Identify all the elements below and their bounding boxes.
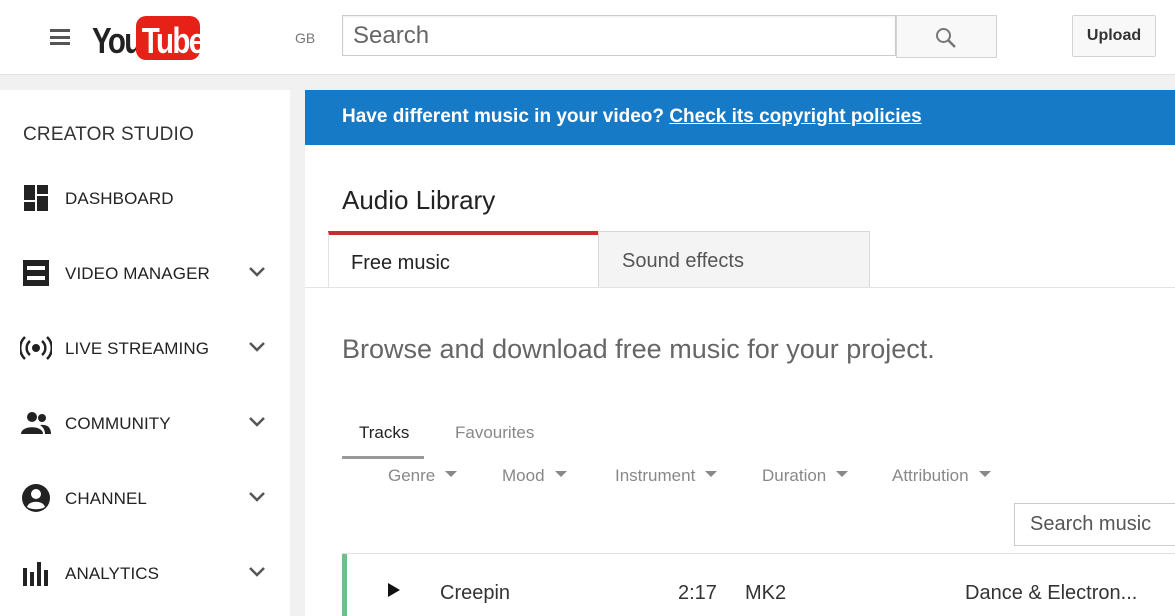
tab-free-music[interactable]: Free music [328,231,598,288]
sidebar-item-label: VIDEO MANAGER [65,264,210,283]
analytics-icon [23,562,48,586]
community-icon [21,412,51,434]
search-input[interactable] [342,15,896,56]
creator-studio-sidebar: CREATOR STUDIO DASHBOARD VIDEO MANAGER L… [0,90,290,616]
chevron-down-icon[interactable] [248,266,266,278]
tab-divider [305,287,1175,288]
caret-down-icon [445,470,458,477]
sidebar-item-label: COMMUNITY [65,414,171,433]
filter-instrument[interactable]: Instrument [615,466,718,486]
sidebar-item-analytics[interactable]: ANALYTICS [0,543,290,603]
logo-you-text: You [92,20,142,61]
tab-label: Free music [351,252,450,274]
sidebar-item-video-manager[interactable]: VIDEO MANAGER [0,243,290,303]
track-genre: Dance & Electron... [965,582,1138,604]
caret-down-icon [978,470,991,477]
caret-down-icon [836,470,849,477]
dashboard-icon [24,185,48,211]
audio-library-panel: Have different music in your video? Chec… [305,90,1175,616]
sidebar-title: CREATOR STUDIO [23,124,194,145]
upload-button[interactable]: Upload [1072,15,1156,57]
filter-duration[interactable]: Duration [762,466,849,486]
track-artist: MK2 [745,582,787,604]
region-code: GB [295,30,316,46]
tab-label: Sound effects [622,250,744,272]
filter-mood[interactable]: Mood [502,466,567,486]
filter-label: Genre [388,466,436,485]
subtab-tracks[interactable]: Tracks [342,420,424,459]
sidebar-item-live-streaming[interactable]: LIVE STREAMING [0,318,290,378]
track-title: Creepin [440,582,511,604]
caret-down-icon [554,470,567,477]
filter-label: Mood [502,466,545,485]
banner-text: Have different music in your video? [342,106,665,127]
sidebar-item-label: LIVE STREAMING [65,339,210,358]
sidebar-item-label: ANALYTICS [65,564,160,583]
chevron-down-icon[interactable] [248,491,266,503]
caret-down-icon [705,470,718,477]
track-accent-bar [342,554,347,616]
filter-label: Duration [762,466,827,485]
chevron-down-icon[interactable] [248,416,266,428]
logo-tube-badge: Tube [136,16,205,61]
search-music-input[interactable] [1014,503,1175,546]
track-row[interactable]: Creepin 2:17 MK2 Dance & Electron... [342,554,1175,616]
search-icon [936,28,956,48]
subtab-label: Tracks [359,423,410,442]
filter-label: Attribution [892,466,969,485]
video-manager-icon [23,260,49,286]
subtab-favourites[interactable]: Favourites [455,423,534,443]
logo-tube-text: Tube [141,20,205,61]
chevron-down-icon[interactable] [248,566,266,578]
sidebar-item-dashboard[interactable]: DASHBOARD [0,168,290,228]
masthead: You Tube GB Upload [0,0,1175,75]
channel-icon [22,484,50,512]
library-subtitle: Browse and download free music for your … [342,334,935,364]
search-button[interactable] [896,15,997,58]
copyright-policies-link[interactable]: Check its copyright policies [669,106,921,127]
tab-sound-effects[interactable]: Sound effects [598,231,870,288]
filter-label: Instrument [615,466,696,485]
play-icon[interactable] [387,582,401,598]
sidebar-item-label: CHANNEL [65,489,147,508]
chevron-down-icon[interactable] [248,341,266,353]
filter-attribution[interactable]: Attribution [892,466,991,486]
track-duration: 2:17 [678,582,717,604]
live-streaming-icon [20,336,52,360]
sidebar-item-channel[interactable]: CHANNEL [0,468,290,528]
copyright-banner: Have different music in your video? Chec… [305,90,1175,145]
menu-icon[interactable] [50,29,70,45]
filter-genre[interactable]: Genre [388,466,458,486]
sidebar-item-label: DASHBOARD [65,189,174,208]
page-title: Audio Library [342,185,496,215]
sidebar-item-community[interactable]: COMMUNITY [0,393,290,453]
banner-content: Have different music in your video? Chec… [342,106,922,128]
